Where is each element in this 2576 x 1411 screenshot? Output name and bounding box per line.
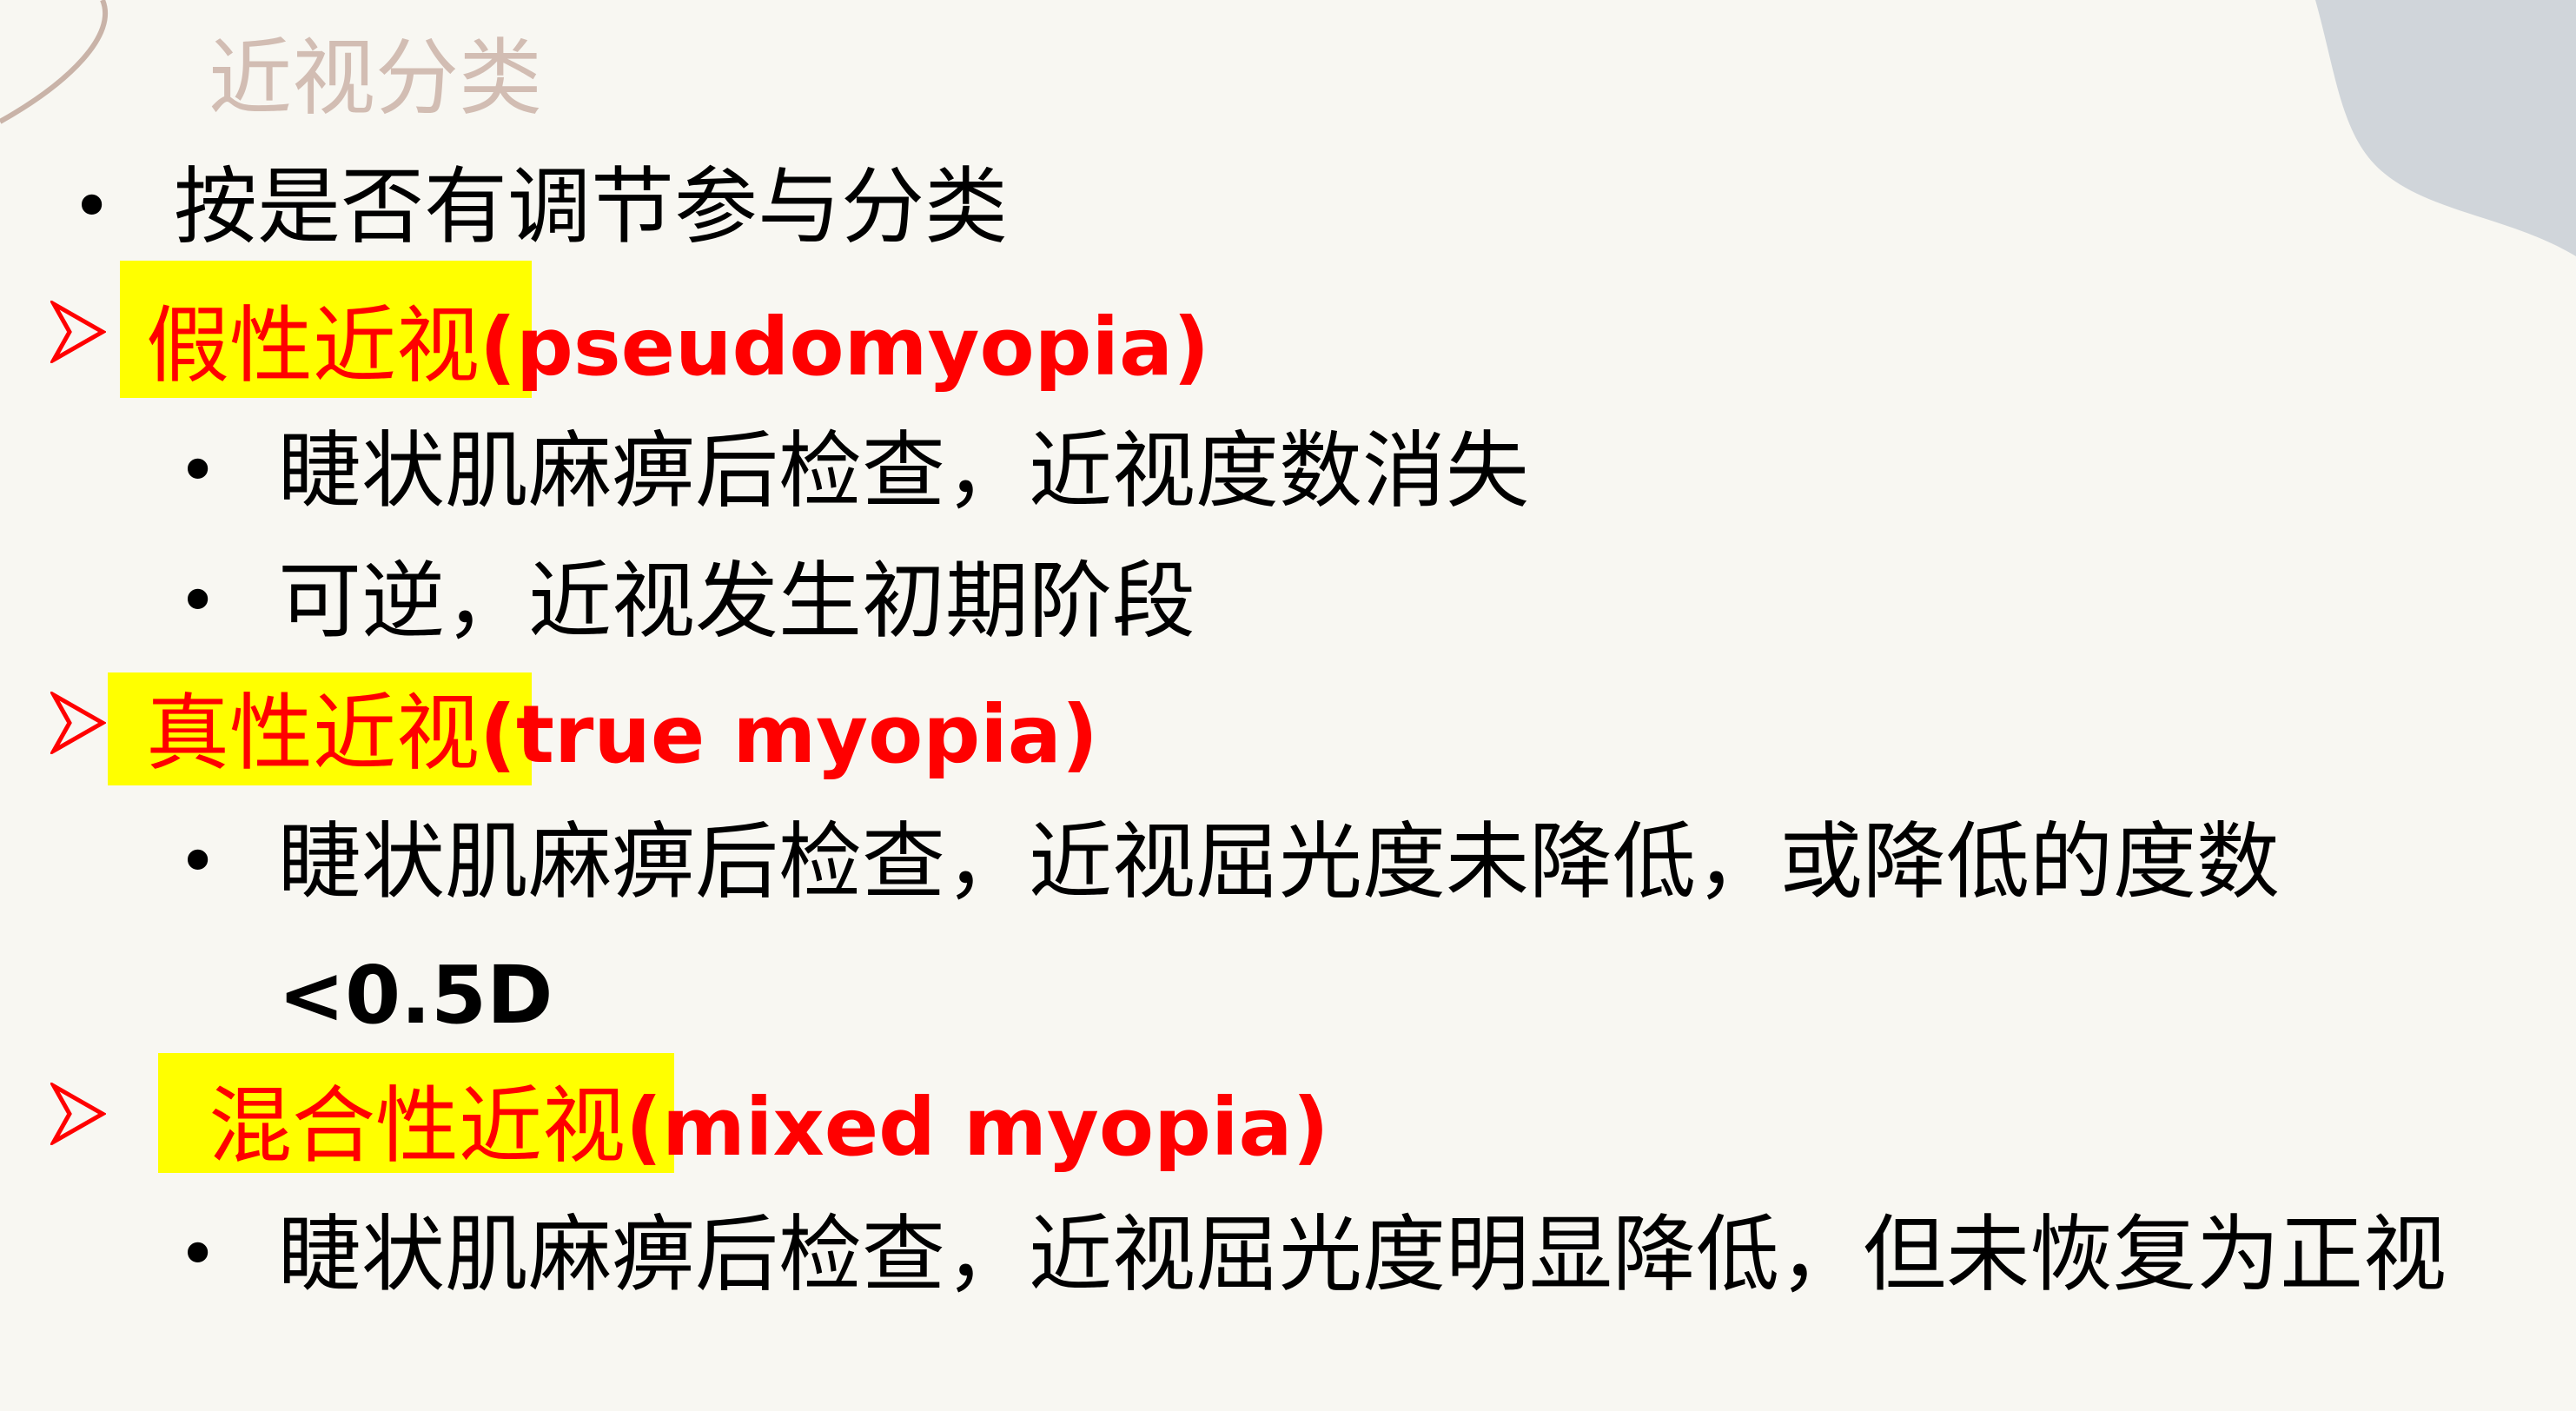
section-heading: 假性近视(pseudomyopia)	[146, 294, 1209, 400]
bullet-text: 睫状肌麻痹后检查，近视度数消失	[278, 422, 1529, 520]
section-heading-cn: 假性近视	[146, 297, 480, 394]
bullet-dot: •	[71, 166, 113, 247]
section-heading: 真性近视(true myopia)	[146, 681, 1098, 787]
bullet-text: 可逆，近视发生初期阶段	[278, 553, 1195, 650]
section-heading-en: (mixed myopia)	[626, 1081, 1329, 1174]
bullet-dot: •	[177, 1214, 219, 1295]
corner-blob-shape	[2315, 0, 2576, 256]
section-heading-cn: 混合性近视	[209, 1077, 626, 1175]
section-heading: 混合性近视(mixed myopia)	[209, 1074, 1329, 1180]
section-heading-en: (pseudomyopia)	[480, 301, 1210, 394]
slide-title: 近视分类	[209, 30, 542, 127]
bullet-text: 睫状肌麻痹后检查，近视屈光度明显降低，但未恢复为正视	[278, 1206, 2447, 1303]
bullet-dot: •	[177, 821, 219, 902]
intro-text: 按是否有调节参与分类	[174, 158, 1008, 255]
arrow-bullet-icon	[50, 301, 106, 363]
arrow-bullet-icon	[50, 692, 106, 754]
bullet-dot: •	[177, 430, 219, 511]
bullet-continuation: <0.5D	[278, 949, 553, 1042]
section-heading-en: (true myopia)	[480, 688, 1098, 781]
slide: 近视分类 • 按是否有调节参与分类 假性近视(pseudomyopia) • 睫…	[0, 0, 2576, 1411]
arrow-bullet-icon	[50, 1083, 106, 1145]
bullet-dot: •	[177, 560, 219, 641]
corner-curve-shape	[0, 0, 109, 124]
bullet-text: 睫状肌麻痹后检查，近视屈光度未降低，或降低的度数	[278, 813, 2280, 911]
section-heading-cn: 真性近视	[146, 685, 480, 782]
